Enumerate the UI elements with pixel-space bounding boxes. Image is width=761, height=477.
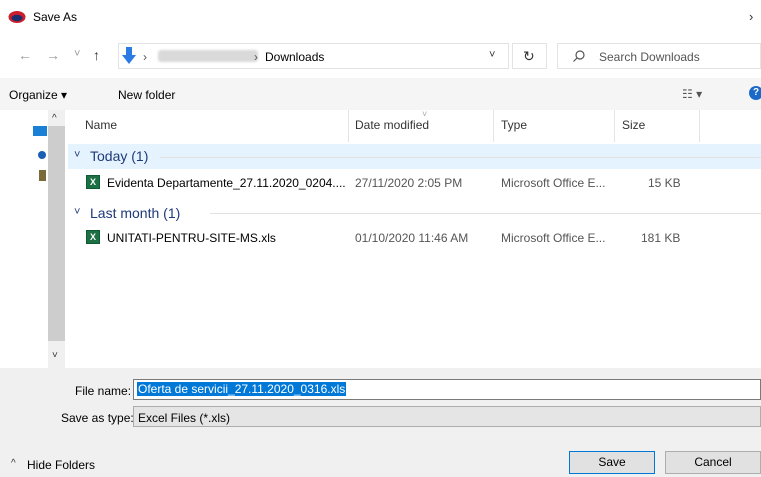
forward-arrow-icon[interactable]: → [46, 47, 60, 63]
chevron-down-icon: ˅ [74, 149, 81, 161]
column-size[interactable]: Size [622, 118, 645, 132]
group-title[interactable]: Last month (1) [90, 205, 180, 221]
search-icon [573, 50, 585, 62]
path-separator-icon: › [143, 50, 147, 64]
path-downloads[interactable]: Downloads [265, 50, 324, 64]
up-arrow-icon[interactable]: ↑ [93, 47, 100, 63]
group-divider [160, 157, 761, 158]
chevron-up-icon[interactable]: ^ [11, 458, 16, 469]
search-placeholder: Search Downloads [599, 50, 700, 64]
app-logo-icon [8, 11, 26, 23]
download-folder-icon [122, 47, 136, 64]
group-divider [210, 213, 761, 214]
excel-file-icon [86, 230, 100, 244]
path-user-folder[interactable] [158, 50, 258, 62]
column-divider[interactable] [348, 110, 349, 142]
column-divider[interactable] [614, 110, 615, 142]
cancel-button[interactable]: Cancel [665, 451, 761, 474]
file-size: 181 KB [641, 231, 681, 245]
file-type: Microsoft Office E... [501, 231, 606, 245]
file-type: Microsoft Office E... [501, 176, 606, 190]
save-button[interactable]: Save [569, 451, 655, 474]
window-title: Save As [33, 10, 78, 24]
path-separator-icon: › [254, 50, 258, 64]
chevron-down-icon[interactable]: ˅ [74, 206, 80, 218]
command-toolbar [0, 78, 761, 110]
nav-scrollbar-thumb[interactable] [48, 126, 65, 341]
organize-button[interactable]: Organize ▾ [9, 88, 67, 102]
column-type[interactable]: Type [501, 118, 527, 132]
close-icon[interactable]: › [749, 9, 753, 24]
view-options-icon[interactable]: ☷ ▾ [682, 87, 702, 101]
new-folder-button[interactable]: New folder [118, 88, 175, 102]
user-icon[interactable] [39, 170, 46, 181]
title-bar [0, 0, 761, 36]
recent-locations-icon[interactable]: ˅ [74, 48, 80, 60]
address-dropdown-icon[interactable]: ˅ [489, 49, 495, 61]
column-date-modified[interactable]: Date modified [355, 118, 429, 132]
refresh-icon: ↻ [523, 48, 535, 64]
savetype-value: Excel Files (*.xls) [138, 411, 231, 425]
savetype-label: Save as type: [61, 411, 134, 425]
scroll-down-icon[interactable]: ˅ [52, 350, 58, 361]
group-title: Today (1) [90, 148, 149, 164]
scroll-up-icon[interactable]: ^ [52, 113, 57, 124]
column-divider[interactable] [699, 110, 700, 142]
column-name[interactable]: Name [85, 118, 117, 132]
cloud-icon[interactable] [38, 151, 46, 159]
file-size: 15 KB [648, 176, 681, 190]
file-name[interactable]: Evidenta Departamente_27.11.2020_0204...… [107, 176, 346, 190]
file-date: 27/11/2020 2:05 PM [355, 176, 463, 190]
file-date: 01/10/2020 11:46 AM [355, 231, 469, 245]
desktop-icon[interactable] [33, 126, 47, 136]
help-icon[interactable]: ? [749, 86, 761, 100]
file-name[interactable]: UNITATI-PENTRU-SITE-MS.xls [107, 231, 276, 245]
excel-file-icon [86, 175, 100, 189]
filename-value[interactable]: Oferta de servicii_27.11.2020_0316.xls [137, 382, 347, 396]
filename-label: File name: [75, 384, 132, 398]
column-divider[interactable] [493, 110, 494, 142]
hide-folders-button[interactable]: Hide Folders [27, 458, 95, 472]
back-arrow-icon[interactable]: ← [18, 47, 32, 63]
